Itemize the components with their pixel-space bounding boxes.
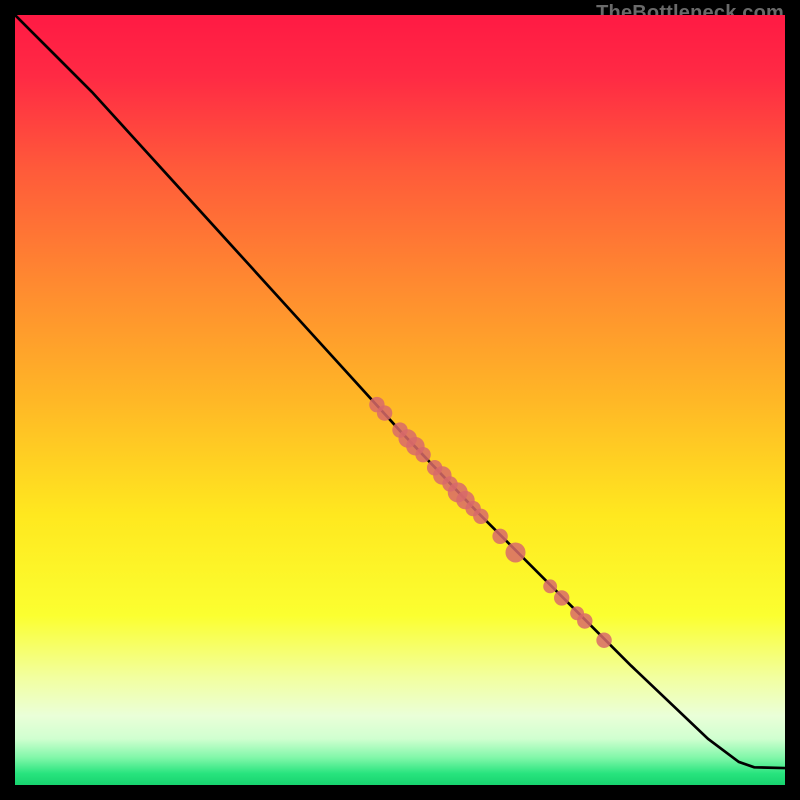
- scatter-point: [377, 405, 392, 420]
- gradient-bg: [15, 15, 785, 785]
- scatter-point: [577, 613, 592, 628]
- scatter-point: [543, 579, 557, 593]
- scatter-point: [415, 447, 430, 462]
- plot-svg: [15, 15, 785, 785]
- chart-container: TheBottleneck.com: [0, 0, 800, 800]
- scatter-point: [473, 509, 488, 524]
- scatter-point: [492, 529, 507, 544]
- scatter-point: [596, 633, 611, 648]
- scatter-point: [554, 590, 569, 605]
- scatter-point: [505, 542, 525, 562]
